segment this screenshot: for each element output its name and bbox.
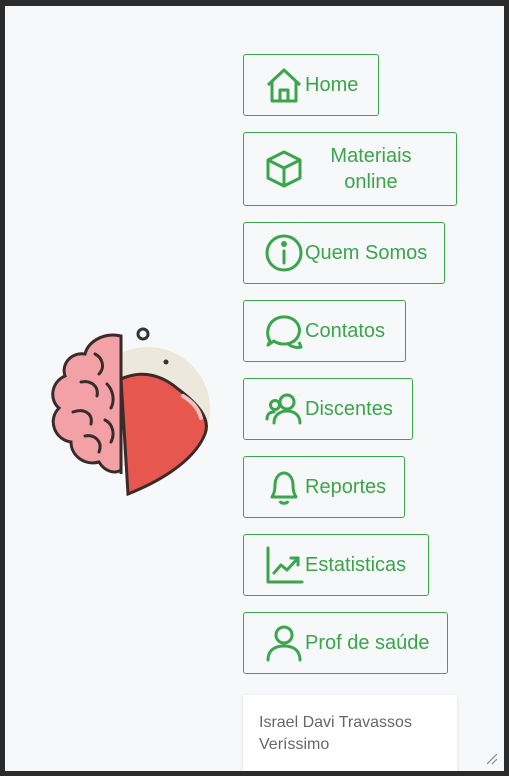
nav-discentes-button[interactable]: Discentes bbox=[243, 378, 413, 440]
user-card: Israel Davi Travassos Veríssimo bbox=[243, 695, 457, 771]
app-window: Home Materiais online Quem Somos Contato… bbox=[0, 0, 509, 776]
nav-discentes-label: Discentes bbox=[305, 397, 393, 420]
resize-grip-icon[interactable] bbox=[484, 751, 498, 765]
nav-prof-saude-label: Prof de saúde bbox=[305, 631, 430, 654]
nav-contatos-label: Contatos bbox=[305, 319, 386, 342]
nav-estatisticas-label: Estatisticas bbox=[305, 553, 407, 576]
user-name: Israel Davi Travassos Veríssimo bbox=[259, 714, 412, 753]
users-icon bbox=[263, 388, 305, 430]
info-icon bbox=[263, 232, 305, 274]
user-icon bbox=[263, 622, 305, 664]
nav-home-button[interactable]: Home bbox=[243, 54, 379, 116]
nav-contatos-button[interactable]: Contatos bbox=[243, 300, 406, 362]
chat-icon bbox=[263, 310, 305, 352]
nav-reportes-button[interactable]: Reportes bbox=[243, 456, 405, 518]
home-icon bbox=[263, 64, 305, 106]
bell-icon bbox=[263, 466, 305, 508]
nav-quem-somos-button[interactable]: Quem Somos bbox=[243, 222, 445, 284]
chart-icon bbox=[263, 544, 305, 586]
nav-reportes-label: Reportes bbox=[305, 475, 387, 498]
nav-materiais-label: Materiais online bbox=[330, 145, 412, 193]
nav-prof-saude-button[interactable]: Prof de saúde bbox=[243, 612, 448, 674]
nav-home-label: Home bbox=[305, 73, 359, 96]
nav-quem-somos-label: Quem Somos bbox=[305, 241, 428, 264]
brain-heart-logo bbox=[33, 324, 213, 499]
nav-estatisticas-button[interactable]: Estatisticas bbox=[243, 534, 429, 596]
nav-materiais-button[interactable]: Materiais online bbox=[243, 132, 457, 206]
box-icon bbox=[263, 148, 305, 190]
